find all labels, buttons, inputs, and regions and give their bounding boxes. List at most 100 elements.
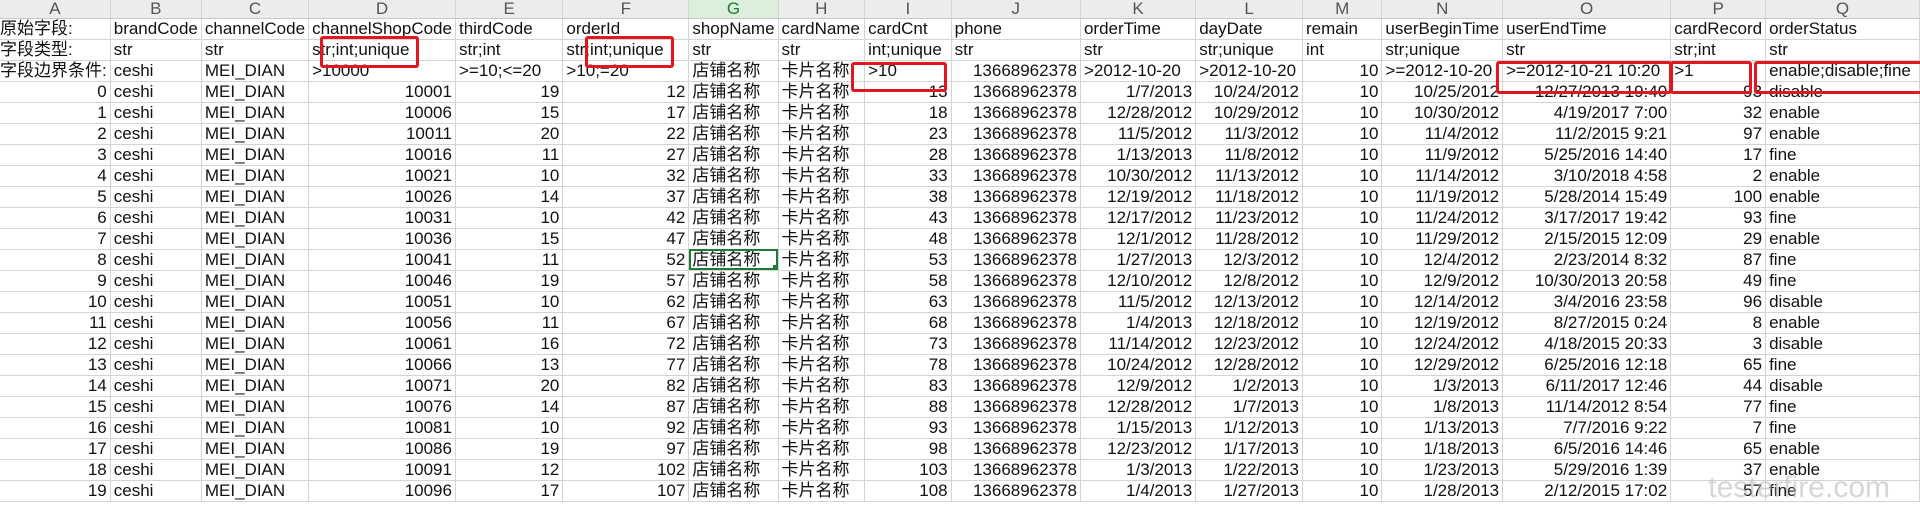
cell[interactable]: 11/13/2012 <box>1195 165 1303 187</box>
cell[interactable]: 卡片名称 <box>778 459 866 481</box>
fill-handle[interactable] <box>772 264 778 269</box>
cell[interactable]: 58 <box>864 270 952 292</box>
cell[interactable]: str <box>1765 39 1920 61</box>
cell[interactable]: 92 <box>562 417 690 439</box>
cell[interactable]: ceshi <box>110 186 202 208</box>
cell[interactable]: MEI_DIAN <box>201 165 310 187</box>
cell[interactable]: 2/12/2015 17:02 <box>1502 480 1672 502</box>
cell[interactable]: 店铺名称 <box>688 186 779 208</box>
cell[interactable]: 12/28/2012 <box>1080 396 1197 418</box>
cell[interactable]: fine <box>1765 207 1920 229</box>
cell[interactable]: 1/13/2013 <box>1080 144 1197 166</box>
cell[interactable]: 14 <box>455 396 564 418</box>
cell[interactable]: 13668962378 <box>951 249 1081 271</box>
cell[interactable]: 12/27/2013 19:40 <box>1502 81 1672 103</box>
cell[interactable]: 93 <box>864 417 952 439</box>
cell[interactable]: ceshi <box>110 144 202 166</box>
cell[interactable]: 12/24/2012 <box>1381 333 1504 355</box>
cell[interactable]: str <box>1502 39 1672 61</box>
cell[interactable]: 11/18/2012 <box>1195 186 1303 208</box>
cell[interactable]: >1 <box>1670 60 1767 82</box>
column-header-k[interactable]: K <box>1080 0 1197 19</box>
column-header-p[interactable]: P <box>1670 0 1767 19</box>
cell[interactable]: 100 <box>1670 186 1767 208</box>
cell[interactable]: 33 <box>864 165 952 187</box>
cell[interactable]: 1/7/2013 <box>1195 396 1303 418</box>
cell[interactable]: 11/14/2012 <box>1381 165 1504 187</box>
cell[interactable]: 卡片名称 <box>778 438 866 460</box>
cell[interactable]: 37 <box>1670 459 1767 481</box>
column-header-e[interactable]: E <box>455 0 564 19</box>
cell[interactable]: 83 <box>864 375 952 397</box>
cell[interactable]: 96 <box>1670 291 1767 313</box>
cell[interactable]: 卡片名称 <box>778 60 866 82</box>
column-header-a[interactable]: A <box>0 0 111 19</box>
cell[interactable]: 13668962378 <box>951 480 1081 502</box>
column-header-i[interactable]: I <box>864 0 952 19</box>
cell[interactable]: 10 <box>1302 291 1383 313</box>
cell[interactable]: ceshi <box>110 438 202 460</box>
cell[interactable]: 10 <box>1302 207 1383 229</box>
cell[interactable]: 10001 <box>308 81 456 103</box>
cell[interactable]: 1/15/2013 <box>1080 417 1197 439</box>
cell[interactable]: ceshi <box>110 60 202 82</box>
cell[interactable]: ceshi <box>110 228 202 250</box>
cell[interactable]: 57 <box>1670 480 1767 502</box>
cell[interactable]: 10 <box>455 207 564 229</box>
cell[interactable]: 10/24/2012 <box>1080 354 1197 376</box>
column-header-j[interactable]: J <box>951 0 1081 19</box>
cell[interactable]: ceshi <box>110 417 202 439</box>
cell[interactable]: 20 <box>455 123 564 145</box>
cell[interactable]: 11/19/2012 <box>1381 186 1504 208</box>
cell[interactable]: 102 <box>562 459 690 481</box>
cell[interactable]: 1 <box>0 102 111 124</box>
cell[interactable]: 93 <box>1670 207 1767 229</box>
cell[interactable]: 10041 <box>308 249 456 271</box>
cell[interactable]: 29 <box>1670 228 1767 250</box>
cell[interactable]: 原始字段: <box>0 18 111 40</box>
cell[interactable]: 13668962378 <box>951 333 1081 355</box>
cell[interactable]: 10/30/2012 <box>1381 102 1504 124</box>
cell[interactable]: 1/27/2013 <box>1080 249 1197 271</box>
cell[interactable]: 10006 <box>308 102 456 124</box>
cell[interactable]: 10 <box>1302 312 1383 334</box>
cell[interactable]: 44 <box>1670 375 1767 397</box>
cell[interactable]: 19 <box>455 270 564 292</box>
cell[interactable]: userEndTime <box>1502 18 1672 40</box>
cell[interactable]: channelShopCode <box>308 18 456 40</box>
cell[interactable]: 10 <box>1302 249 1383 271</box>
cell[interactable]: ceshi <box>110 375 202 397</box>
cell[interactable]: 28 <box>864 144 952 166</box>
cell[interactable]: 4 <box>0 165 111 187</box>
cell[interactable]: 11/14/2012 <box>1080 333 1197 355</box>
cell[interactable]: 12/10/2012 <box>1080 270 1197 292</box>
cell[interactable]: MEI_DIAN <box>201 417 310 439</box>
cell[interactable]: >=2012-10-20 <box>1381 60 1504 82</box>
cell[interactable]: orderId <box>562 18 690 40</box>
cell[interactable]: 13668962378 <box>951 375 1081 397</box>
cell[interactable]: 10 <box>1302 270 1383 292</box>
cell[interactable]: 2/15/2015 12:09 <box>1502 228 1672 250</box>
cell[interactable]: 67 <box>562 312 690 334</box>
cell[interactable]: 8 <box>0 249 111 271</box>
cell[interactable]: ceshi <box>110 102 202 124</box>
cell[interactable]: 店铺名称 <box>688 60 779 82</box>
cell[interactable]: 17 <box>0 438 111 460</box>
cell[interactable]: 1/27/2013 <box>1195 480 1303 502</box>
cell[interactable]: 11/9/2012 <box>1381 144 1504 166</box>
cell[interactable]: 10066 <box>308 354 456 376</box>
cell[interactable]: 6 <box>0 207 111 229</box>
cell[interactable]: 9 <box>0 270 111 292</box>
cell[interactable]: cardCnt <box>864 18 952 40</box>
cell[interactable]: 57 <box>562 270 690 292</box>
cell[interactable]: 6/5/2016 14:46 <box>1502 438 1672 460</box>
cell[interactable]: 卡片名称 <box>778 291 866 313</box>
cell[interactable]: 卡片名称 <box>778 312 866 334</box>
cell[interactable]: 卡片名称 <box>778 354 866 376</box>
cell[interactable]: 11 <box>0 312 111 334</box>
cell[interactable]: 42 <box>562 207 690 229</box>
cell[interactable]: 13668962378 <box>951 291 1081 313</box>
cell[interactable]: 店铺名称 <box>688 438 779 460</box>
cell[interactable]: 店铺名称 <box>688 354 779 376</box>
cell[interactable]: 12/28/2012 <box>1195 354 1303 376</box>
